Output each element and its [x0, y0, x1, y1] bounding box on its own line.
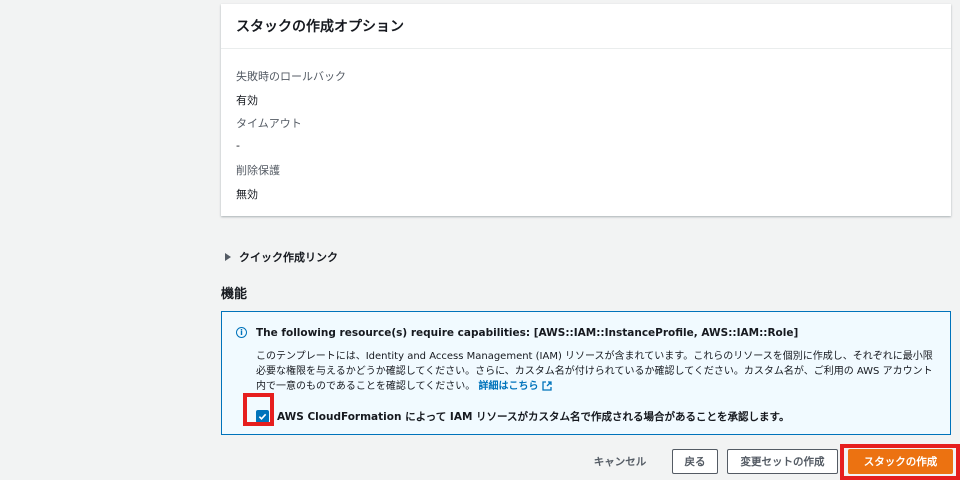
capabilities-body: このテンプレートには、Identity and Access Managemen… [256, 349, 940, 394]
cancel-button[interactable]: キャンセル [588, 449, 652, 474]
back-button[interactable]: 戻る [672, 449, 718, 474]
capabilities-alert: i The following resource(s) require capa… [221, 311, 951, 435]
property-value: 有効 [236, 94, 258, 107]
learn-more-label: 詳細はこちら [478, 381, 539, 392]
quick-create-link-toggle[interactable]: クイック作成リンク [225, 249, 338, 265]
create-stack-highlight-frame [840, 444, 960, 480]
termination-protection-property: 削除保護 無効 [236, 162, 280, 202]
capabilities-description: このテンプレートには、Identity and Access Managemen… [256, 351, 933, 392]
property-label: 削除保護 [236, 164, 280, 177]
capabilities-heading: The following resource(s) require capabi… [256, 327, 799, 339]
timeout-property: タイムアウト - [236, 115, 302, 152]
acknowledge-label: AWS CloudFormation によって IAM リソースがカスタム名で作… [277, 411, 790, 423]
external-link-icon [541, 381, 552, 391]
property-value: - [236, 139, 240, 152]
acknowledge-row: AWS CloudFormation によって IAM リソースがカスタム名で作… [256, 409, 789, 424]
capabilities-title: 機能 [221, 287, 248, 302]
quick-create-link-label: クイック作成リンク [239, 251, 338, 264]
rollback-property: 失敗時のロールバック 有効 [236, 68, 346, 108]
info-icon: i [236, 327, 247, 338]
learn-more-link[interactable]: 詳細はこちら [479, 381, 552, 392]
create-changeset-button[interactable]: 変更セットの作成 [727, 449, 838, 474]
caret-right-icon [225, 253, 231, 261]
property-label: 失敗時のロールバック [236, 70, 346, 83]
panel-title: スタックの作成オプション [221, 4, 951, 49]
stack-options-panel: スタックの作成オプション 失敗時のロールバック 有効 タイムアウト - 削除保護… [221, 4, 951, 216]
property-label: タイムアウト [236, 117, 302, 130]
checkbox-highlight-frame [243, 393, 274, 426]
property-value: 無効 [236, 188, 258, 201]
